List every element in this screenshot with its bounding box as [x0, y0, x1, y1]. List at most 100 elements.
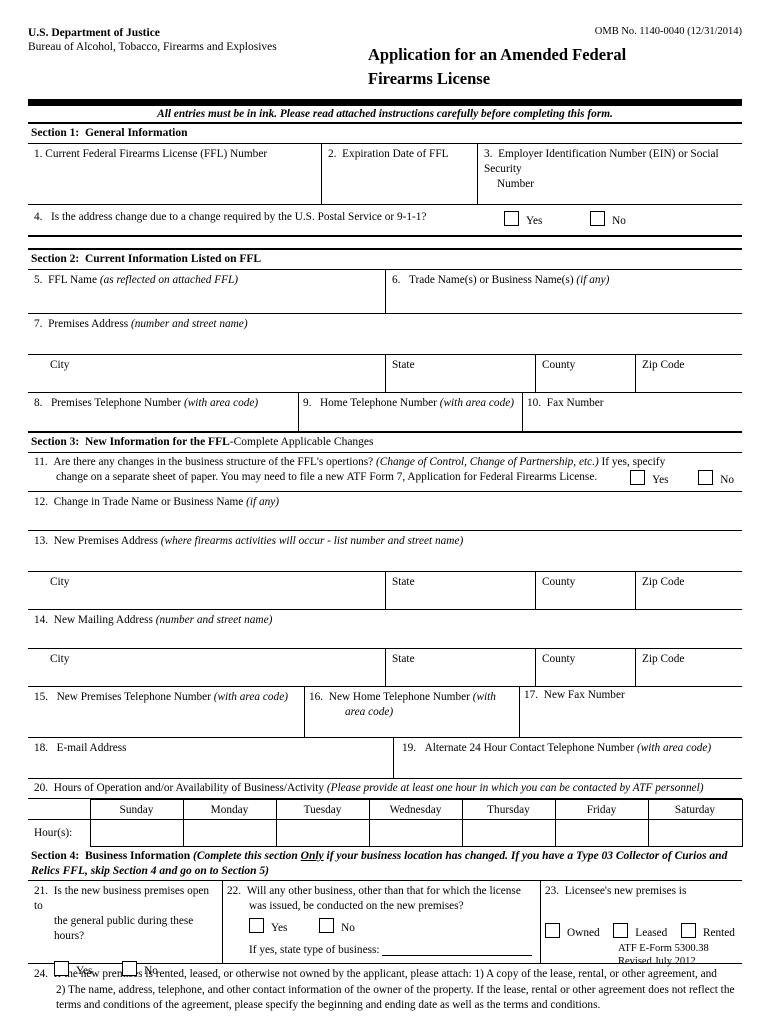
field-new-mailing-state[interactable]: State [385, 649, 535, 686]
field-new-fax-number[interactable]: 17. New Fax Number [519, 687, 742, 737]
label-q3-number: 3. [484, 148, 493, 160]
checkbox-icon[interactable] [613, 923, 629, 938]
checkbox-icon[interactable] [590, 211, 606, 226]
label-q8-italic: (with area code) [183, 397, 259, 409]
field-new-mailing-county[interactable]: County [535, 649, 635, 686]
field-alternate-contact-phone[interactable]: 19. Alternate 24 Hour Contact Telephone … [393, 738, 742, 778]
q22-yes-label: Yes [271, 922, 288, 934]
checkbox-icon[interactable] [698, 470, 714, 485]
q21-yes-option[interactable]: Yes [54, 961, 92, 979]
q23-owned-option[interactable]: Owned [545, 923, 600, 941]
q11-no-option[interactable]: No [698, 470, 734, 488]
label-q6-number: 6. [392, 274, 401, 286]
hours-input-cell[interactable] [89, 819, 184, 847]
field-premises-zip[interactable]: Zip Code [635, 355, 742, 392]
field-premises-city[interactable]: City [28, 355, 385, 392]
row-q15-q16-q17: 15. New Premises Telephone Number (with … [28, 687, 742, 738]
q22-answer-group: Yes No [227, 914, 536, 936]
q21-no-option[interactable]: No [122, 961, 158, 979]
field-trade-name[interactable]: 6. Trade Name(s) or Business Name(s) (if… [385, 270, 742, 313]
hours-input-cell[interactable] [554, 819, 649, 847]
section-4-number: Section 4: [31, 850, 80, 862]
label-q24-line3: terms and conditions of the agreement, p… [56, 999, 601, 1011]
q4-yes-option[interactable]: Yes [504, 211, 542, 229]
hours-day-header: Tuesday [275, 799, 370, 820]
hours-day-header: Wednesday [368, 799, 463, 820]
label-q21-line1: Is the new business premises open to [34, 885, 210, 912]
label-q19: Alternate 24 Hour Contact Telephone Numb… [424, 742, 637, 754]
field-new-mailing-city[interactable]: City [28, 649, 385, 686]
section-4-title: Business Information [84, 850, 191, 862]
field-new-premises-address[interactable]: 13. New Premises Address (where firearms… [28, 531, 742, 571]
field-fax-number[interactable]: 10. Fax Number [522, 393, 742, 431]
label-county: County [542, 576, 576, 588]
hours-input-cell[interactable] [461, 819, 556, 847]
field-new-premises-state[interactable]: State [385, 572, 535, 609]
q4-no-option[interactable]: No [590, 211, 626, 229]
checkbox-icon[interactable] [504, 211, 519, 226]
field-new-mailing-zip[interactable]: Zip Code [635, 649, 742, 686]
label-q18: E-mail Address [56, 742, 127, 754]
row-q20: 20. Hours of Operation and/or Availabili… [28, 779, 742, 799]
field-email-address[interactable]: 18. E-mail Address [28, 738, 393, 778]
q23-rented-label: Rented [702, 927, 735, 939]
field-change-trade-name[interactable]: 12. Change in Trade Name or Business Nam… [28, 492, 742, 530]
label-state: State [392, 653, 415, 665]
instructions-line: All entries must be in ink. Please read … [28, 106, 742, 124]
field-home-phone[interactable]: 9. Home Telephone Number (with area code… [298, 393, 522, 431]
label-q14: New Mailing Address [53, 614, 156, 626]
bureau-name: Bureau of Alcohol, Tobacco, Firearms and… [28, 41, 277, 53]
q23-rented-option[interactable]: Rented [680, 923, 735, 941]
checkbox-icon[interactable] [545, 923, 560, 938]
field-ffl-number[interactable]: 1. Current Federal Firearms License (FFL… [28, 144, 321, 204]
page-title-line1: Application for an Amended Federal [368, 45, 627, 64]
checkbox-icon[interactable] [122, 961, 138, 976]
q11-yes-label: Yes [652, 474, 669, 486]
section-2-title: Current Information Listed on FFL [84, 253, 262, 265]
q11-yes-option[interactable]: Yes [630, 470, 669, 488]
row-q11: 11. Are there any changes in the busines… [28, 453, 742, 492]
label-q8-number: 8. [34, 397, 43, 409]
field-new-premises-county[interactable]: County [535, 572, 635, 609]
field-premises-phone[interactable]: 8. Premises Telephone Number (with area … [28, 393, 298, 431]
checkbox-icon[interactable] [54, 961, 69, 976]
section-4-italic2: if your business location has changed. I… [323, 850, 728, 862]
section-4-header: Section 4: Business Information (Complet… [28, 847, 742, 881]
q22-type-of-business-input[interactable] [382, 955, 533, 956]
q23-leased-option[interactable]: Leased [613, 923, 667, 941]
q22-yes-option[interactable]: Yes [249, 918, 287, 936]
label-q17-number: 17. [524, 689, 539, 701]
field-premises-address[interactable]: 7. Premises Address (number and street n… [28, 314, 742, 354]
label-city: City [50, 576, 70, 588]
q22-no-option[interactable]: No [319, 918, 355, 936]
label-q8: Premises Telephone Number [50, 397, 184, 409]
field-premises-county[interactable]: County [535, 355, 635, 392]
field-new-premises-zip[interactable]: Zip Code [635, 572, 742, 609]
field-new-premises-city[interactable]: City [28, 572, 385, 609]
field-new-premises-phone[interactable]: 15. New Premises Telephone Number (with … [28, 687, 304, 737]
label-q6: Trade Name(s) or Business Name(s) [408, 274, 577, 286]
spacer-before-section-2 [28, 237, 742, 248]
label-q3-line1: Employer Identification Number (EIN) or … [484, 148, 719, 175]
checkbox-icon[interactable] [630, 470, 646, 485]
checkbox-icon[interactable] [680, 923, 696, 938]
hours-day-header: Sunday [89, 799, 184, 820]
checkbox-icon[interactable] [319, 918, 335, 933]
section-1-number: Section 1: [31, 127, 80, 139]
hours-input-cell[interactable] [647, 819, 743, 847]
question-q4: 4. Is the address change due to a change… [28, 205, 498, 235]
checkbox-icon[interactable] [249, 918, 264, 933]
hours-input-cell[interactable] [275, 819, 370, 847]
field-premises-state[interactable]: State [385, 355, 535, 392]
field-expiration-date[interactable]: 2. Expiration Date of FFL [321, 144, 477, 204]
label-county: County [542, 359, 576, 371]
page-title-line2: Firearms License [368, 69, 491, 88]
section-3-suffix: -Complete Applicable Changes [229, 436, 374, 448]
field-new-mailing-address[interactable]: 14. New Mailing Address (number and stre… [28, 610, 742, 648]
hours-input-cell[interactable] [182, 819, 277, 847]
field-ffl-name[interactable]: 5. FFL Name (as reflected on attached FF… [28, 270, 385, 313]
hours-input-cell[interactable] [368, 819, 463, 847]
field-ein-ssn[interactable]: 3. Employer Identification Number (EIN) … [477, 144, 742, 204]
field-new-home-phone[interactable]: 16. New Home Telephone Number (with area… [304, 687, 519, 737]
label-zip: Zip Code [642, 359, 685, 371]
